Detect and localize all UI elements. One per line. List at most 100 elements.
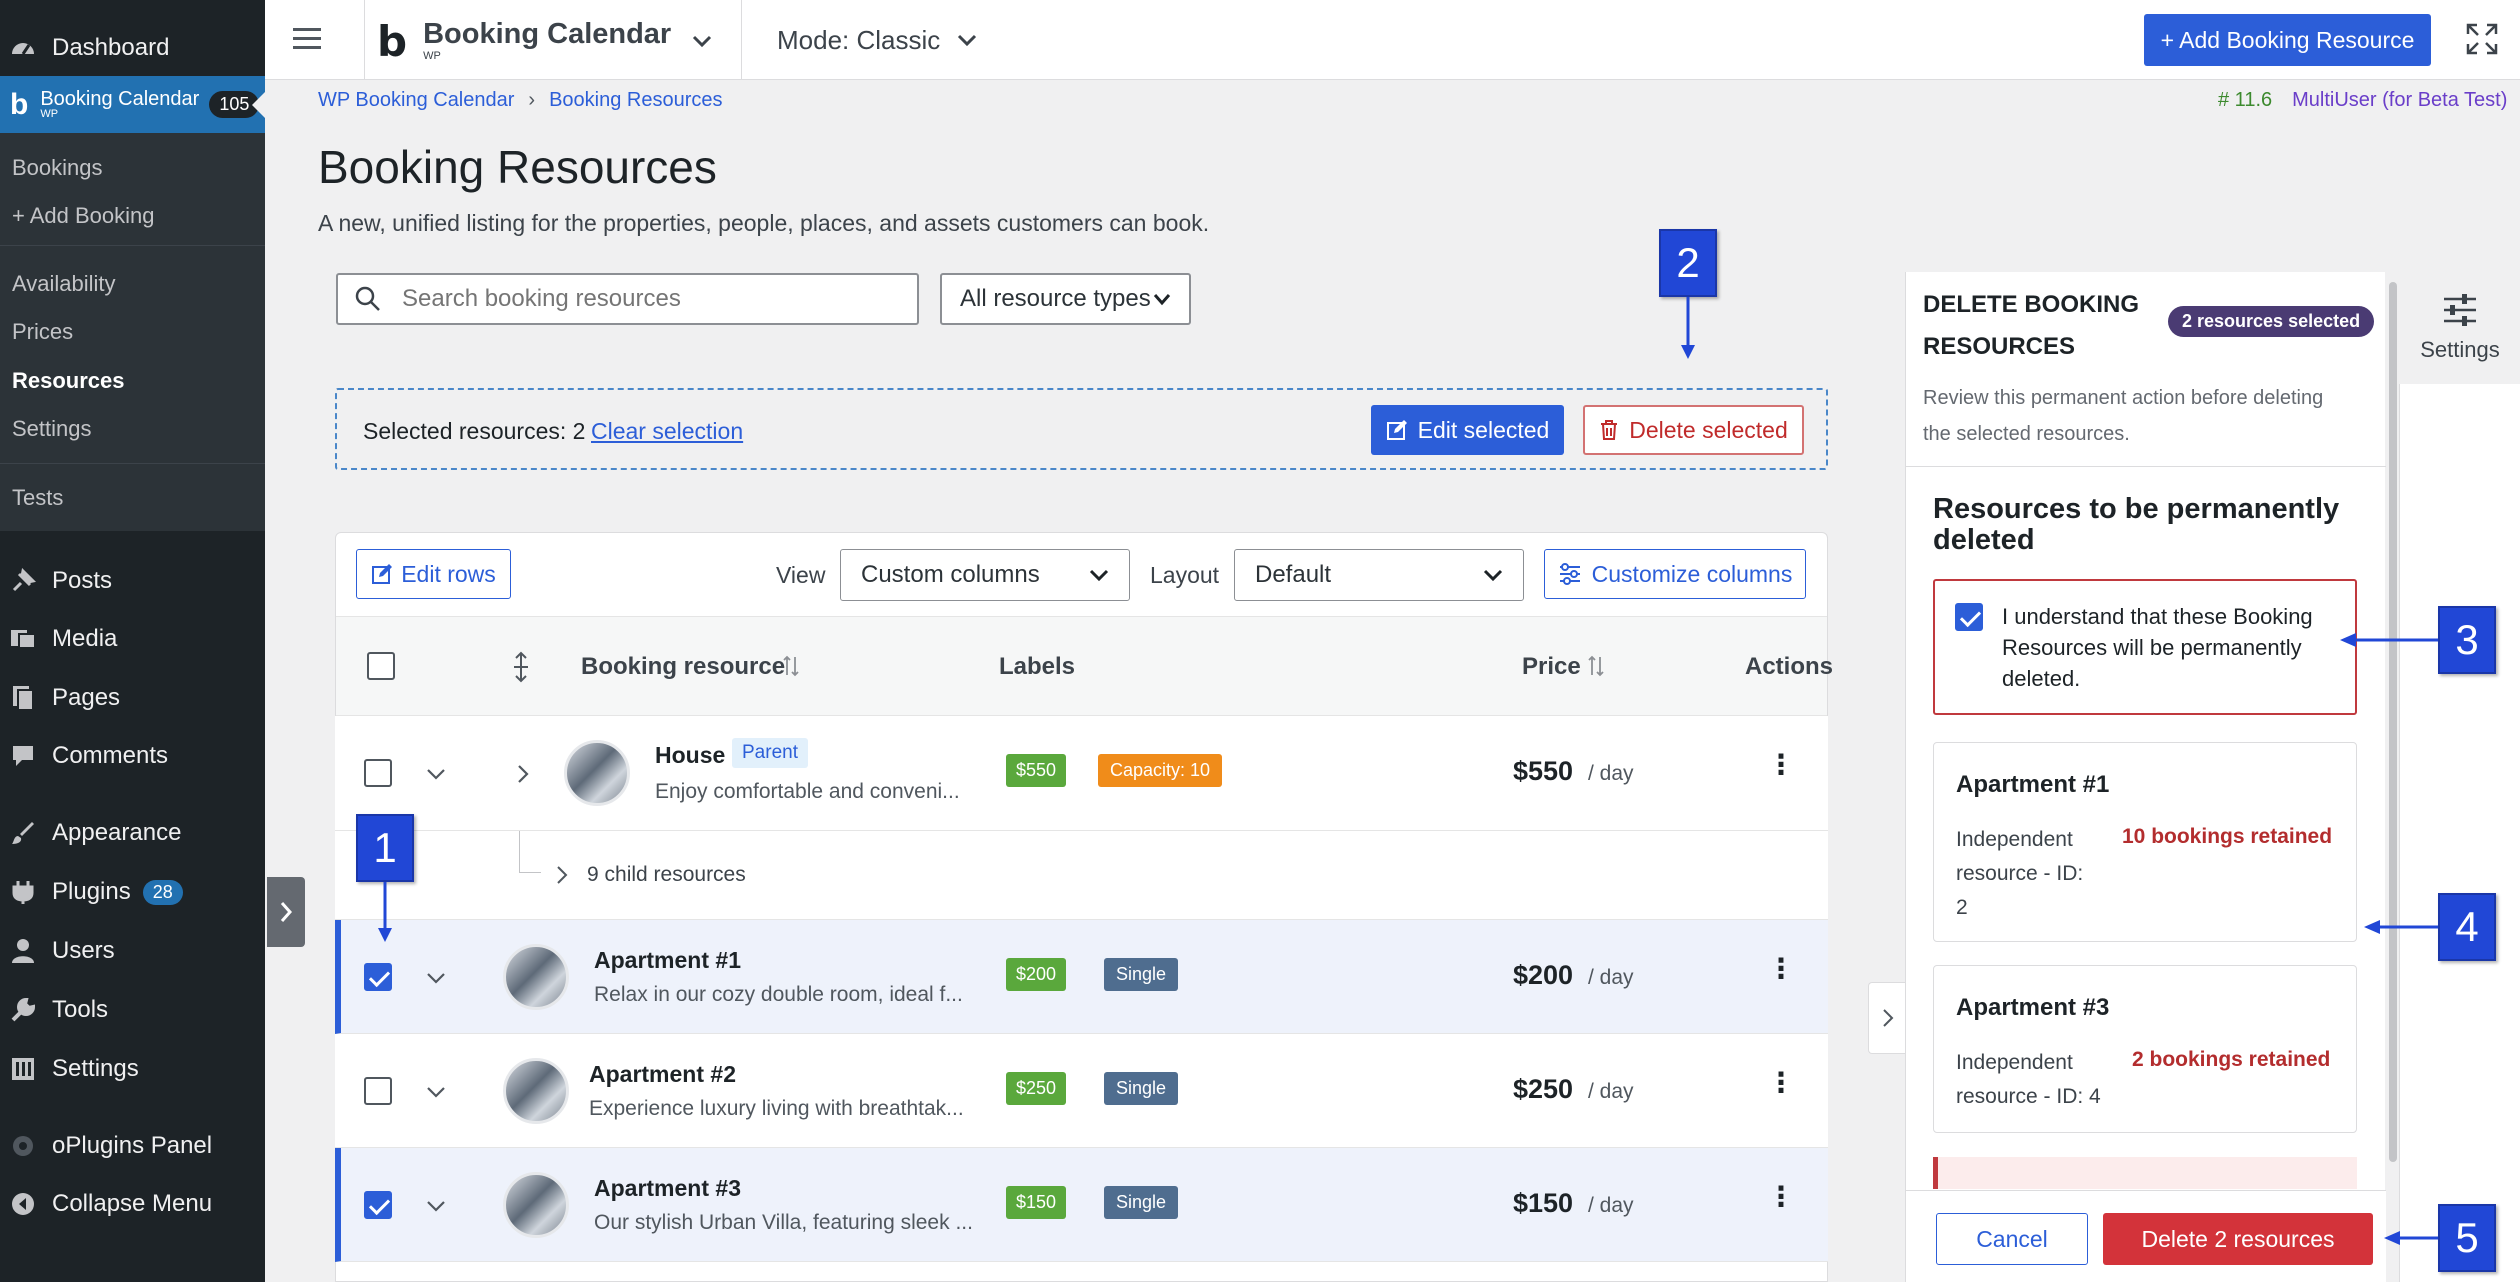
- mode-select[interactable]: Mode: Classic: [777, 22, 978, 58]
- sort-icon[interactable]: [1587, 655, 1605, 677]
- hamburger-menu-button[interactable]: [291, 24, 327, 54]
- menu-appearance[interactable]: Appearance: [0, 807, 265, 859]
- add-booking-resource-button[interactable]: + Add Booking Resource: [2144, 14, 2431, 66]
- chevron-down-icon[interactable]: [425, 767, 447, 781]
- price-label-tag: $250: [1006, 1072, 1067, 1105]
- search-box[interactable]: [336, 273, 919, 325]
- chevron-down-icon[interactable]: [425, 971, 447, 985]
- submenu-settings[interactable]: Settings: [12, 416, 92, 442]
- child-resources-row[interactable]: 9 child resources: [335, 831, 1828, 920]
- chevron-down-icon[interactable]: [425, 1199, 447, 1213]
- resource-title[interactable]: Apartment #2: [589, 1061, 736, 1088]
- resource-thumbnail: [564, 740, 630, 806]
- table-row-apartment-3[interactable]: Apartment #3 Our stylish Urban Villa, fe…: [335, 1148, 1828, 1262]
- chevron-right-icon[interactable]: [556, 865, 568, 885]
- chevron-down-icon: [693, 35, 712, 48]
- confirm-delete-checkbox[interactable]: [1955, 603, 1983, 631]
- submenu-prices[interactable]: Prices: [12, 319, 73, 345]
- edit-rows-button[interactable]: Edit rows: [356, 549, 511, 599]
- settings-side-tab[interactable]: Settings: [2400, 272, 2520, 384]
- table-row-house[interactable]: House Parent Enjoy comfortable and conve…: [335, 716, 1828, 831]
- delete-item-meta-line-2: resource - ID:: [1956, 862, 2084, 885]
- fullscreen-icon: [2466, 23, 2498, 55]
- plugin-icon: [8, 877, 38, 907]
- delete-selected-button[interactable]: Delete selected: [1583, 405, 1804, 455]
- delete-item-meta-line-3: 2: [1956, 896, 1968, 919]
- row-checkbox[interactable]: [364, 1077, 392, 1105]
- row-checkbox[interactable]: [364, 759, 392, 787]
- type-label-tag: Single: [1104, 1072, 1179, 1105]
- child-resources-label[interactable]: 9 child resources: [587, 863, 746, 887]
- submenu-bookings[interactable]: Bookings: [12, 155, 103, 181]
- edit-selected-button[interactable]: Edit selected: [1371, 405, 1564, 455]
- drag-sort-icon[interactable]: [510, 651, 532, 683]
- column-price[interactable]: Price: [1522, 653, 1581, 681]
- row-actions-kebab-icon[interactable]: ⋮: [1767, 748, 1795, 781]
- clear-selection-link[interactable]: Clear selection: [591, 418, 743, 445]
- chevron-right-icon[interactable]: [516, 763, 530, 785]
- layout-select[interactable]: Default: [1234, 549, 1524, 601]
- breadcrumb-root-link[interactable]: WP Booking Calendar: [318, 89, 514, 112]
- menu-dashboard[interactable]: Dashboard: [0, 22, 265, 74]
- menu-tools[interactable]: Tools: [0, 984, 265, 1036]
- table-row-apartment-1[interactable]: Apartment #1 Relax in our cozy double ro…: [335, 920, 1828, 1034]
- row-checkbox-checked[interactable]: [364, 1191, 392, 1219]
- search-input[interactable]: [402, 285, 882, 313]
- table-row-apartment-2[interactable]: Apartment #2 Experience luxury living wi…: [335, 1034, 1828, 1148]
- fullscreen-button[interactable]: [2465, 22, 2501, 58]
- submenu-resources[interactable]: Resources: [12, 368, 125, 394]
- menu-collapse[interactable]: Collapse Menu: [0, 1178, 265, 1230]
- cancel-button[interactable]: Cancel: [1936, 1213, 2088, 1265]
- row-actions-kebab-icon[interactable]: ⋮: [1767, 952, 1795, 985]
- row-actions-kebab-icon[interactable]: ⋮: [1767, 1066, 1795, 1099]
- chevron-down-icon: [1483, 569, 1503, 582]
- resource-title[interactable]: Apartment #3: [594, 1175, 741, 1202]
- resource-thumbnail: [503, 1172, 569, 1238]
- delete-resources-label: Delete 2 resources: [2141, 1225, 2335, 1252]
- section-title-line-2: deleted: [1933, 524, 2035, 556]
- panel-title-line-2: RESOURCES: [1923, 333, 2076, 360]
- submenu-add-booking[interactable]: + Add Booking: [12, 203, 155, 229]
- panel-scrollbar[interactable]: [2389, 282, 2397, 1162]
- delete-resources-button[interactable]: Delete 2 resources: [2103, 1213, 2373, 1265]
- panel-footer: Cancel Delete 2 resources: [1906, 1190, 2386, 1282]
- chevron-down-icon: [1089, 569, 1109, 582]
- menu-settings[interactable]: Settings: [0, 1043, 265, 1095]
- column-booking-resource[interactable]: Booking resource: [581, 653, 785, 681]
- menu-plugins[interactable]: Plugins 28: [0, 866, 265, 918]
- menu-booking-calendar[interactable]: b Booking Calendar WP 105: [0, 76, 265, 133]
- menu-users[interactable]: Users: [0, 925, 265, 977]
- sort-icon[interactable]: [782, 655, 800, 677]
- app-switcher[interactable]: b Booking Calendar WP: [377, 14, 713, 68]
- menu-media[interactable]: Media: [0, 613, 265, 665]
- menu-pages[interactable]: Pages: [0, 672, 265, 724]
- sidebar-expand-toggle[interactable]: [267, 877, 305, 947]
- submenu-tests[interactable]: Tests: [12, 485, 63, 511]
- chevron-down-icon[interactable]: [425, 1085, 447, 1099]
- menu-posts[interactable]: Posts: [0, 555, 265, 607]
- resource-price: $200: [1513, 960, 1574, 990]
- select-all-checkbox[interactable]: [367, 652, 395, 680]
- settings-sliders-icon: [8, 1054, 38, 1084]
- resource-thumbnail: [503, 944, 569, 1010]
- menu-oplugins[interactable]: oPlugins Panel: [0, 1120, 265, 1172]
- customize-columns-button[interactable]: Customize columns: [1544, 549, 1806, 599]
- menu-users-label: Users: [52, 937, 115, 964]
- bookings-retained: 10 bookings retained: [2122, 825, 2333, 848]
- resource-title[interactable]: Apartment #1: [594, 947, 741, 974]
- panel-collapse-toggle[interactable]: [1868, 982, 1906, 1054]
- topbar-divider: [364, 0, 365, 80]
- resource-title[interactable]: House: [655, 742, 725, 769]
- menu-media-label: Media: [52, 625, 118, 652]
- confirm-delete-box[interactable]: I understand that these Booking Resource…: [1933, 579, 2357, 715]
- row-actions-kebab-icon[interactable]: ⋮: [1767, 1180, 1795, 1213]
- price-unit: / day: [1588, 762, 1634, 785]
- view-select[interactable]: Custom columns: [840, 549, 1130, 601]
- edit-selected-label: Edit selected: [1417, 416, 1550, 443]
- delete-item-name: Apartment #1: [1956, 771, 2110, 798]
- resource-type-select[interactable]: All resource types: [940, 273, 1191, 325]
- row-checkbox-checked[interactable]: [364, 963, 392, 991]
- submenu-availability[interactable]: Availability: [12, 271, 116, 297]
- breadcrumb-current[interactable]: Booking Resources: [549, 89, 722, 112]
- menu-comments[interactable]: Comments: [0, 730, 265, 782]
